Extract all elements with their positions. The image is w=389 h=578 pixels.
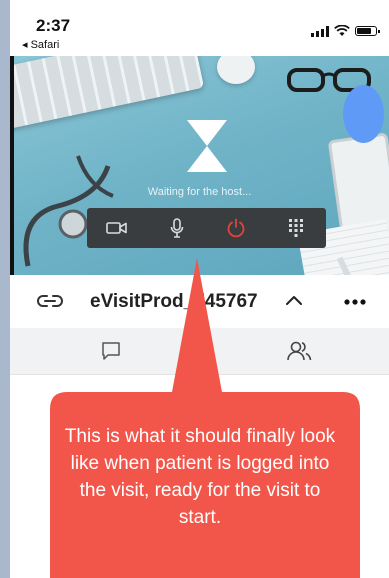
annotation-callout-text: This is what it should finally look like… [64, 426, 336, 528]
